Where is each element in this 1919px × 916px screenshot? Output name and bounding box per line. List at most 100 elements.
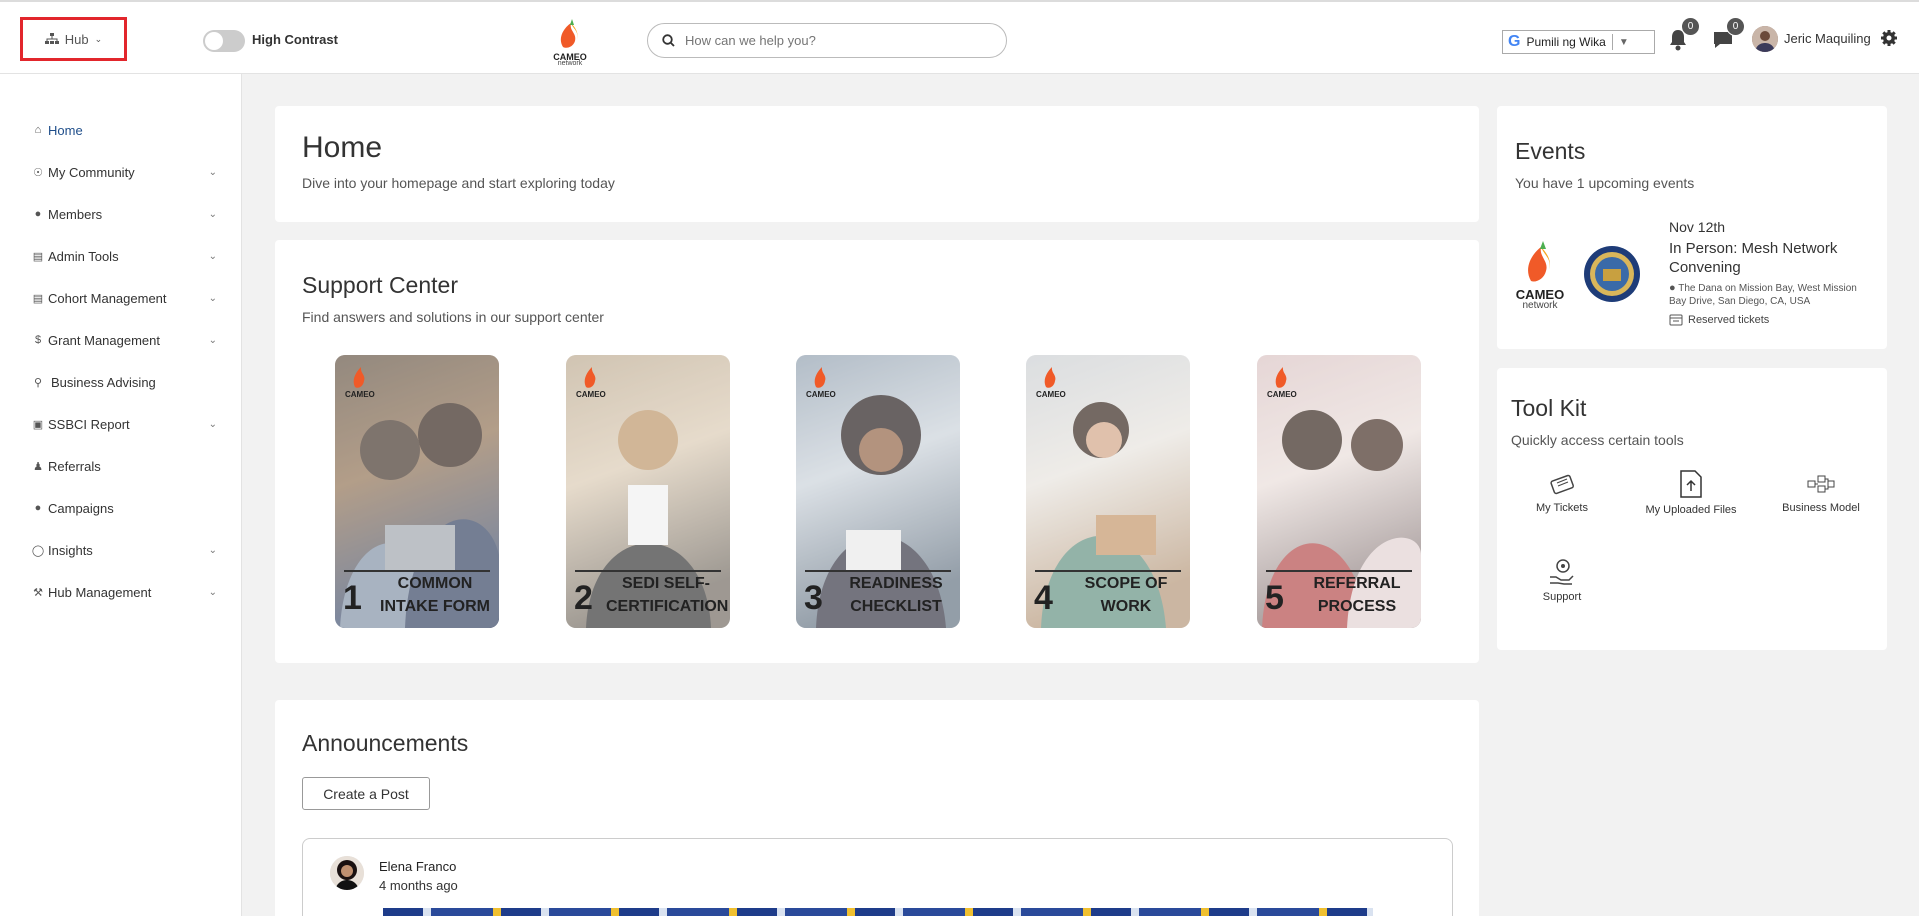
- post-time: 4 months ago: [379, 878, 458, 893]
- chevron-down-icon: ⌄: [208, 166, 217, 178]
- announcement-post: Elena Franco 4 months ago: [302, 838, 1453, 916]
- toolkit-title: Tool Kit: [1511, 395, 1587, 421]
- messages-button[interactable]: 0: [1711, 17, 1745, 54]
- sidebar-item-home[interactable]: ⌂ Home: [30, 118, 220, 142]
- tool-support[interactable]: Support: [1502, 557, 1622, 603]
- cameo-logo-icon: CAMEO: [576, 367, 606, 399]
- home-card: Home Dive into your homepage and start e…: [275, 106, 1479, 222]
- svg-text:CAMEO: CAMEO: [1036, 390, 1066, 399]
- sidebar-item-label: Grant Management: [48, 332, 161, 348]
- create-post-button[interactable]: Create a Post: [302, 777, 430, 810]
- chevron-down-icon: ⌄: [208, 208, 217, 220]
- cameo-logo-icon: CAMEO: [1267, 367, 1297, 399]
- sidebar-item-ssbci-report[interactable]: ▣ SSBCI Report ⌄: [30, 412, 220, 436]
- sidebar-item-cohort-management[interactable]: ▤ Cohort Management ⌄: [30, 286, 220, 310]
- sidebar-item-label: Cohort Management: [48, 290, 167, 306]
- event-location-row: ● The Dana on Mission Bay, West Mission …: [1669, 282, 1874, 308]
- chevron-down-icon: ⌄: [208, 586, 217, 598]
- cameo-logo[interactable]: CAMEO network: [549, 19, 591, 67]
- chevron-down-icon: ⌄: [94, 33, 103, 44]
- post-author[interactable]: Elena Franco: [379, 859, 456, 874]
- tool-my-uploaded-files[interactable]: My Uploaded Files: [1631, 470, 1751, 516]
- announcements-title: Announcements: [302, 730, 469, 756]
- sidebar-item-label: Campaigns: [48, 500, 114, 516]
- high-contrast-toggle[interactable]: [203, 30, 245, 52]
- file-icon: ▣: [32, 418, 44, 431]
- post-image: [383, 908, 1373, 916]
- tool-label: Business Model: [1782, 502, 1860, 514]
- tool-label: My Uploaded Files: [1645, 504, 1737, 516]
- sidebar-item-label: Business Advising: [51, 374, 156, 390]
- comment-icon: ●: [34, 502, 42, 514]
- support-tile-readiness-checklist[interactable]: CAMEO 3 READINESS CHECKLIST: [796, 355, 960, 628]
- tile-number: 1: [343, 579, 362, 617]
- tile-number: 2: [574, 579, 593, 617]
- sidebar-item-my-community[interactable]: ☉ My Community ⌄: [30, 160, 220, 184]
- tile-number: 3: [804, 579, 823, 617]
- support-hand-icon: [1550, 559, 1574, 585]
- event-tickets-row: Reserved tickets: [1669, 314, 1769, 326]
- sidebar-item-hub-management[interactable]: ⚒ Hub Management ⌄: [30, 580, 220, 604]
- event-date: Nov 12th: [1669, 219, 1726, 235]
- event-name[interactable]: In Person: Mesh Network Convening: [1669, 239, 1874, 277]
- user-avatar[interactable]: [1752, 26, 1778, 52]
- user-name[interactable]: Jeric Maquiling: [1784, 31, 1871, 46]
- tool-label: My Tickets: [1536, 502, 1588, 514]
- sidebar-item-label: Insights: [48, 542, 93, 558]
- search-icon: [662, 34, 675, 47]
- support-center-title: Support Center: [302, 272, 458, 298]
- support-tile-common-intake-form[interactable]: CAMEO 1 COMMON INTAKE FORM: [335, 355, 499, 628]
- chevron-down-icon: ⌄: [208, 292, 217, 304]
- google-icon: G: [1508, 33, 1521, 50]
- list-icon: ▤: [32, 292, 44, 305]
- sidebar-item-label: Members: [48, 206, 103, 222]
- caret-down-icon: ▼: [1618, 36, 1629, 48]
- gear-icon[interactable]: [1880, 29, 1898, 47]
- page-subtitle: Dive into your homepage and start explor…: [302, 175, 615, 191]
- ticket-icon: [1669, 314, 1683, 326]
- hub-dropdown-button[interactable]: Hub ⌄: [20, 17, 127, 61]
- tool-business-model[interactable]: Business Model: [1761, 472, 1881, 514]
- svg-text:CAMEO: CAMEO: [345, 390, 375, 399]
- tile-title: REFERRAL PROCESS: [1313, 575, 1401, 615]
- cameo-event-logo: CAMEO network: [1513, 241, 1567, 311]
- home-icon: ⌂: [34, 124, 42, 136]
- sidebar-item-label: Hub Management: [48, 584, 152, 600]
- tool-my-tickets[interactable]: My Tickets: [1502, 472, 1622, 514]
- chevron-down-icon: ⌄: [208, 544, 217, 556]
- sidebar-item-insights[interactable]: ◯ Insights ⌄: [30, 538, 220, 562]
- sidebar-item-business-advising[interactable]: ⚲ Business Advising: [30, 370, 220, 394]
- notifications-button[interactable]: 0: [1666, 17, 1700, 54]
- sidebar-item-campaigns[interactable]: ● Campaigns: [30, 496, 220, 520]
- event-tickets-label: Reserved tickets: [1688, 314, 1770, 326]
- svg-text:CAMEO: CAMEO: [806, 390, 836, 399]
- sidebar-item-admin-tools[interactable]: ▤ Admin Tools ⌄: [30, 244, 220, 268]
- tile-number: 5: [1265, 579, 1284, 617]
- community-icon: ☉: [33, 166, 43, 179]
- cameo-logo-icon: CAMEO: [345, 367, 375, 399]
- sidebar-item-grant-management[interactable]: $ Grant Management ⌄: [30, 328, 220, 352]
- tile-title: SCOPE OF WORK: [1084, 575, 1168, 615]
- search-bar[interactable]: [647, 23, 1007, 58]
- support-tile-sedi-self-certification[interactable]: CAMEO 2 SEDI SELF-CERTIFICATION: [566, 355, 730, 628]
- messages-count-badge: 0: [1726, 17, 1745, 36]
- support-tile-scope-of-work[interactable]: CAMEO 4 SCOPE OF WORK: [1026, 355, 1190, 628]
- support-center-subtitle: Find answers and solutions in our suppor…: [302, 309, 604, 325]
- sidebar-item-label: Home: [48, 122, 83, 138]
- flowchart-icon: [1807, 475, 1835, 493]
- support-tile-referral-process[interactable]: CAMEO 5 REFERRAL PROCESS: [1257, 355, 1421, 628]
- hub-label: Hub: [64, 31, 89, 47]
- sidebar-item-referrals[interactable]: ♟ Referrals: [30, 454, 220, 478]
- tile-number: 4: [1034, 579, 1053, 617]
- tools-icon: ▤: [32, 250, 44, 263]
- language-selector[interactable]: G Pumili ng Wika ▼: [1502, 30, 1655, 54]
- avatar[interactable]: [330, 856, 364, 890]
- toolkit-subtitle: Quickly access certain tools: [1511, 432, 1684, 448]
- svg-text:CAMEO: CAMEO: [1267, 390, 1297, 399]
- sidebar-item-members[interactable]: ● Members ⌄: [30, 202, 220, 226]
- user-circle-icon: ●: [34, 208, 42, 220]
- tile-title: SEDI SELF-CERTIFICATION: [606, 575, 729, 615]
- events-card: Events You have 1 upcoming events CAMEO …: [1497, 106, 1887, 349]
- key-icon: ⚲: [33, 376, 43, 389]
- search-input[interactable]: [685, 33, 985, 48]
